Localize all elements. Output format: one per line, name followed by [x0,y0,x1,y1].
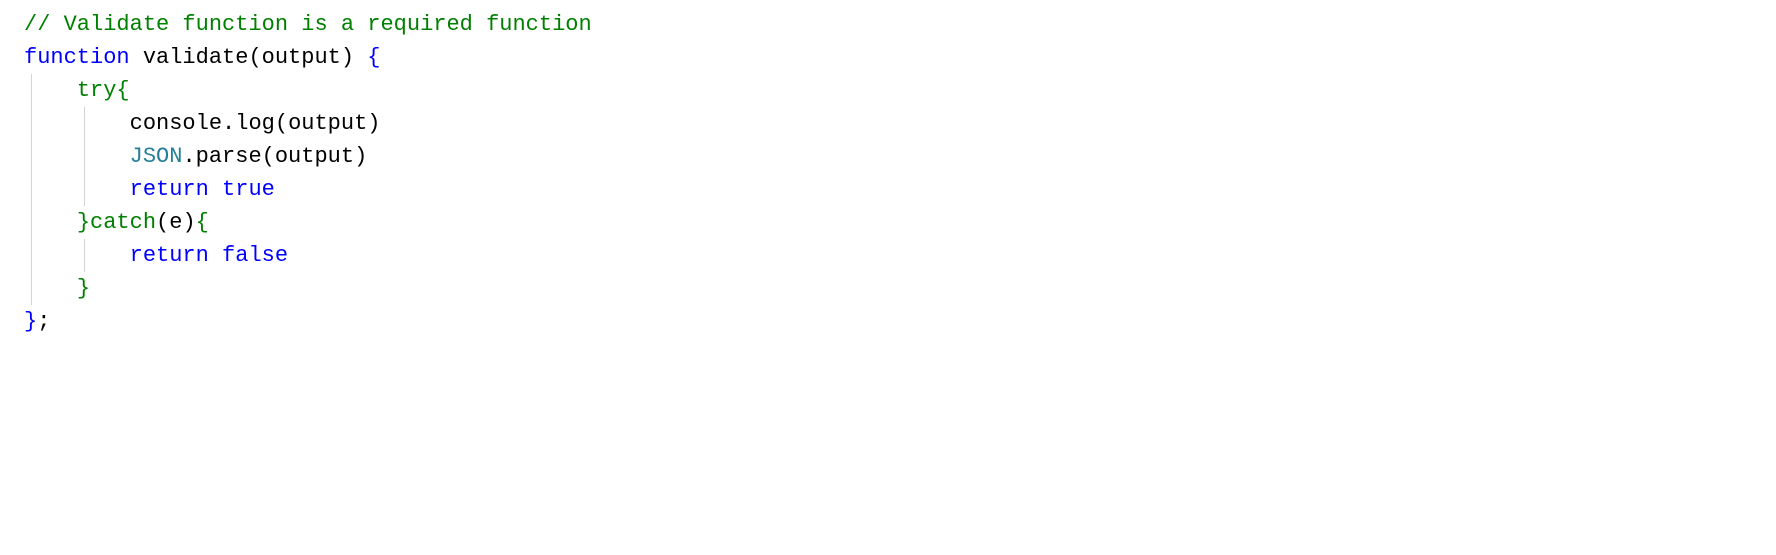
whitespace [130,45,143,70]
code-line: JSON.parse(output) [24,140,1776,173]
paren-open: ( [275,111,288,136]
brace-open: { [367,45,380,70]
argument: output [275,144,354,169]
dot: . [222,111,235,136]
keyword-try: try [77,78,117,103]
indent-guide-icon [31,173,32,206]
code-line: return true [24,173,1776,206]
brace-close: } [24,309,37,334]
paren-open: ( [262,144,275,169]
indent-guide-icon [31,272,32,305]
paren-close: ) [182,210,195,235]
brace-open: { [196,210,209,235]
code-line: return false [24,239,1776,272]
paren-close: ) [367,111,380,136]
code-line: console.log(output) [24,107,1776,140]
brace-close: } [77,276,90,301]
whitespace [24,144,130,169]
indent-guide-icon [31,107,32,140]
code-line: }; [24,305,1776,338]
keyword-return: return [130,177,209,202]
paren-close: ) [341,45,354,70]
method-name: parse [196,144,262,169]
dot: . [182,144,195,169]
whitespace [24,243,130,268]
parameter: output [262,45,341,70]
keyword-function: function [24,45,130,70]
brace-close: } [77,210,90,235]
paren-open: ( [248,45,261,70]
indent-guide-icon [84,173,85,206]
code-line: // Validate function is a required funct… [24,8,1776,41]
literal-false: false [222,243,288,268]
whitespace [24,111,130,136]
code-editor[interactable]: // Validate function is a required funct… [24,8,1776,338]
class-name: JSON [130,144,183,169]
indent-guide-icon [31,140,32,173]
parameter: e [169,210,182,235]
brace-open: { [116,78,129,103]
function-name: validate [143,45,249,70]
code-line: function validate(output) { [24,41,1776,74]
keyword-catch: catch [90,210,156,235]
paren-open: ( [156,210,169,235]
whitespace [24,177,130,202]
method-name: log [235,111,275,136]
indent-guide-icon [84,140,85,173]
literal-true: true [222,177,275,202]
comment: // Validate function is a required funct… [24,12,592,37]
argument: output [288,111,367,136]
indent-guide-icon [84,239,85,272]
indent-guide-icon [31,74,32,107]
indent-guide-icon [84,107,85,140]
paren-close: ) [354,144,367,169]
object-name: console [130,111,222,136]
keyword-return: return [130,243,209,268]
whitespace [209,177,222,202]
code-line: }catch(e){ [24,206,1776,239]
code-line: try{ [24,74,1776,107]
whitespace [354,45,367,70]
indent-guide-icon [31,239,32,272]
indent-guide-icon [31,206,32,239]
whitespace [209,243,222,268]
semicolon: ; [37,309,50,334]
code-line: } [24,272,1776,305]
